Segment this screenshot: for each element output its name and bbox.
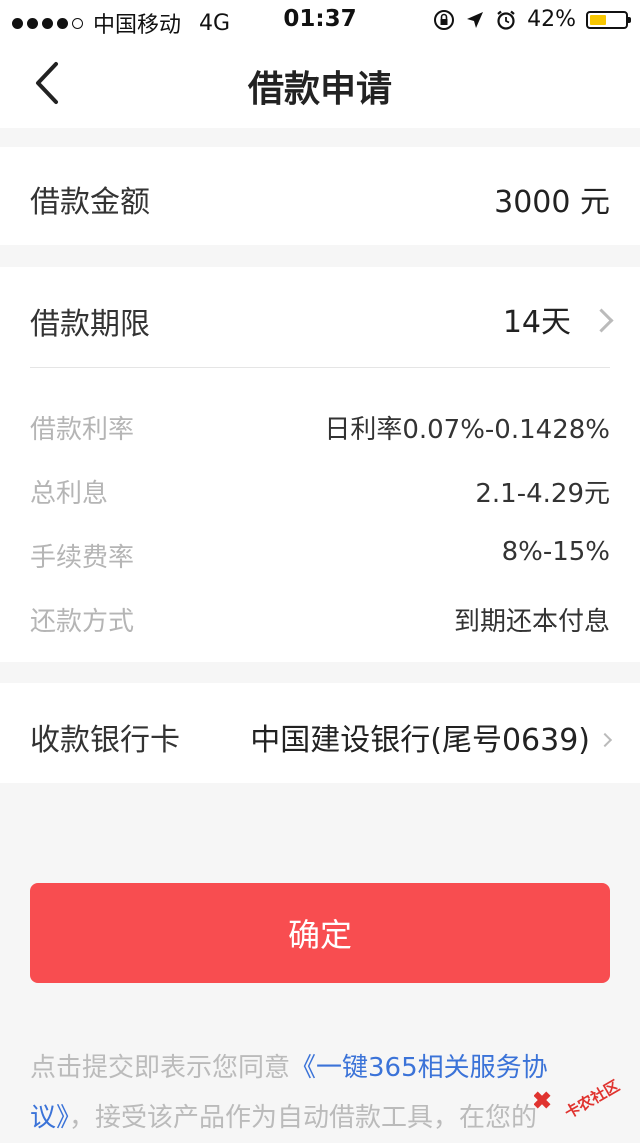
interest-rate-value: 日利率0.07%-0.1428% (324, 415, 610, 445)
total-interest-label: 总利息 (30, 479, 109, 509)
location-arrow-icon (467, 11, 484, 28)
kanong-watermark-logo: 卡农社区 (534, 1077, 623, 1123)
divider (30, 367, 610, 368)
svg-text:卡农社区: 卡农社区 (562, 1077, 623, 1123)
rotation-lock-icon (434, 9, 455, 30)
interest-rate-label: 借款利率 (30, 415, 135, 445)
bank-card-label: 收款银行卡 (30, 723, 180, 758)
agreement-text: 点击提交即表示您同意《一键365相关服务协议》，接受该产品作为自动借款工具，在您… (30, 1043, 610, 1143)
chevron-right-small-icon (597, 732, 613, 747)
chevron-right-icon (589, 308, 614, 333)
loan-term-row[interactable]: 借款期限 14天 (0, 267, 640, 367)
loan-amount-value: 3000 元 (494, 185, 610, 220)
alarm-icon (497, 10, 515, 30)
agreement-prefix: 点击提交即表示您同意 (30, 1053, 291, 1083)
status-right: 42% (433, 7, 631, 32)
nav-bar: 借款申请 (0, 40, 640, 128)
page-title: 借款申请 (247, 69, 392, 110)
repayment-method-label: 还款方式 (30, 607, 135, 637)
loan-term-label: 借款期限 (30, 307, 150, 342)
total-interest-value: 2.1-4.29元 (475, 479, 610, 509)
fee-rate-label: 手续费率 (30, 543, 135, 573)
battery-icon (586, 10, 631, 29)
bank-card-row[interactable]: 收款银行卡 中国建设银行(尾号0639) (0, 683, 640, 783)
loan-terms-card: 借款期限 14天 借款利率 日利率0.07%-0.1428% 总利息 2.1-4… (0, 267, 640, 662)
confirm-button[interactable]: 确定 (30, 883, 610, 983)
bank-card-value: 中国建设银行(尾号0639) (250, 723, 590, 758)
battery-percent: 42% (527, 7, 576, 32)
loan-amount-row[interactable]: 借款金额 3000 元 (0, 147, 640, 245)
loan-term-value-wrap: 14天 (502, 297, 614, 341)
fee-rate-value: 8%-15% (501, 537, 610, 567)
loan-term-value: 14天 (502, 305, 571, 340)
bank-card-value-wrap: 中国建设银行(尾号0639) (250, 715, 613, 759)
repayment-method-value: 到期还本付息 (453, 607, 610, 637)
status-bar: 中国移动 4G 01:37 42% (0, 0, 640, 40)
loan-amount-label: 借款金额 (30, 185, 150, 220)
agreement-suffix: ，接受该产品作为自动借款工具，在您的 (69, 1103, 538, 1133)
